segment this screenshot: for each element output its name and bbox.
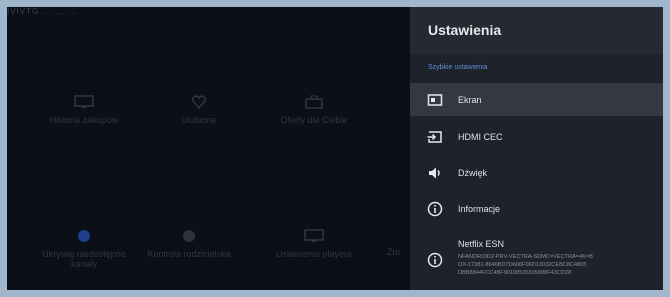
settings-item-label: Netflix ESN — [458, 239, 505, 249]
bg-tile-hide-channels: Ukrywaj niedostępne kanały — [29, 229, 139, 269]
bg-tile-label: Oferty dla Ciebie — [280, 115, 348, 125]
settings-item-label: HDMI CEC — [458, 131, 503, 142]
settings-header: Ustawienia — [410, 7, 663, 54]
quick-settings-label: Szybkie ustawienia — [428, 64, 488, 71]
background-topbar: IVIVTG ... ... ... — [7, 7, 78, 15]
info-icon — [427, 252, 443, 268]
settings-item-sound[interactable]: Dźwięk — [410, 156, 663, 189]
speaker-icon — [429, 167, 440, 178]
bg-tile-player-settings: Ustawienia playera — [259, 229, 369, 259]
hdmi-input-icon — [427, 130, 442, 143]
bg-tile-offers: Oferty dla Ciebie — [259, 95, 369, 125]
esn-line: NFANDROID2-PRV-VECTRA-SDMC=VECTRA=4K=B — [458, 254, 593, 260]
background-app: IVIVTG ... ... ... Historia zakupów Ulub… — [7, 7, 410, 290]
tv-screen: IVIVTG ... ... ... Historia zakupów Ulub… — [7, 7, 663, 290]
toggle-dot-icon — [183, 230, 195, 242]
page-title: Ustawienia — [428, 22, 502, 38]
monitor-icon — [74, 95, 94, 108]
info-icon — [427, 201, 443, 216]
heart-icon — [191, 95, 207, 109]
settings-item-information[interactable]: Informacje — [410, 192, 663, 225]
monitor-icon — [304, 229, 324, 242]
settings-item-label: Informacje — [458, 203, 501, 214]
bg-tile-purchase-history: Historia zakupów — [29, 95, 139, 125]
settings-item-netflix-esn[interactable]: Netflix ESN NFANDROID2-PRV-VECTRA-SDMC=V… — [410, 231, 663, 290]
bg-tile-label: Ukrywaj niedostępne kanały — [42, 249, 126, 269]
screen-icon — [427, 93, 443, 106]
settings-item-label: Dźwięk — [458, 167, 488, 178]
bg-tile-label: Ustawienia playera — [275, 249, 353, 259]
bg-tile-label: Historia zakupów — [49, 115, 119, 125]
settings-item-screen[interactable]: Ekran — [410, 83, 663, 116]
settings-item-label: Ekran — [458, 94, 482, 105]
bg-tile-label: Kontrola rodzicielska — [147, 249, 231, 259]
esn-line: OX-17381-8646BD7D606F06D13032CEBC8C4805 — [458, 262, 587, 268]
netflix-esn-value: NFANDROID2-PRV-VECTRA-SDMC=VECTRA=4K=B O… — [458, 253, 653, 277]
settings-item-hdmi-cec[interactable]: HDMI CEC — [410, 120, 663, 153]
settings-panel: Ustawienia Szybkie ustawienia Ekran HDMI… — [410, 7, 663, 290]
esn-line: DBB8844FCC4BF90108536505888F43CD28 — [458, 270, 572, 276]
bg-tile-favorites: Ulubione — [144, 95, 254, 125]
toggle-dot-icon — [78, 230, 90, 242]
bg-tile-parental-control: Kontrola rodzicielska — [134, 229, 244, 259]
bg-tile-label: Ulubione — [181, 115, 217, 125]
briefcase-icon — [305, 95, 323, 109]
bg-tile-label: Zm — [387, 247, 400, 257]
